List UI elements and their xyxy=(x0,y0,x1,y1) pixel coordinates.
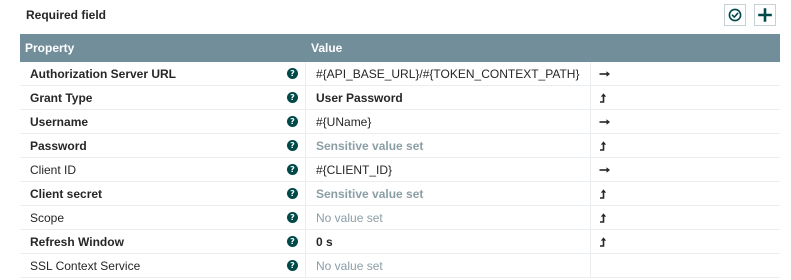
action-cell xyxy=(591,158,780,181)
property-toolbar: Required field xyxy=(0,0,791,32)
add-property-button[interactable] xyxy=(754,4,776,26)
question-circle-icon[interactable]: ? xyxy=(287,260,298,271)
property-name: Refresh Window xyxy=(30,234,124,249)
table-header: Property Value xyxy=(20,34,780,62)
upload-icon[interactable] xyxy=(599,140,607,151)
property-name: Client secret xyxy=(30,186,103,201)
table-row[interactable]: Scope? No value set xyxy=(20,206,780,230)
property-value[interactable]: Sensitive value set xyxy=(306,134,591,157)
question-circle-icon[interactable]: ? xyxy=(287,140,298,151)
required-field-label: Required field xyxy=(26,8,107,22)
property-value[interactable]: No value set xyxy=(306,206,591,229)
check-circle-icon xyxy=(728,8,742,22)
question-circle-icon[interactable]: ? xyxy=(287,68,298,79)
action-cell xyxy=(591,230,780,253)
question-circle-icon[interactable]: ? xyxy=(287,188,298,199)
verify-button[interactable] xyxy=(724,4,746,26)
property-cell: SSL Context Service? xyxy=(20,254,306,277)
action-cell xyxy=(591,110,780,133)
property-name: Client ID xyxy=(30,162,77,177)
property-name: Grant Type xyxy=(30,90,93,105)
property-value[interactable]: #{CLIENT_ID} xyxy=(306,158,591,181)
table-row[interactable]: Username? #{UName} xyxy=(20,110,780,134)
table-row[interactable]: Client ID? #{CLIENT_ID} xyxy=(20,158,780,182)
property-name: SSL Context Service xyxy=(30,258,141,273)
action-cell xyxy=(591,134,780,157)
action-cell xyxy=(591,206,780,229)
properties-table: Property Value Authorization Server URL?… xyxy=(20,34,780,278)
property-name: Username xyxy=(30,114,89,129)
question-circle-icon[interactable]: ? xyxy=(287,212,298,223)
column-header-property[interactable]: Property xyxy=(20,41,308,55)
upload-icon[interactable] xyxy=(599,188,607,199)
question-circle-icon[interactable]: ? xyxy=(287,236,298,247)
goto-icon[interactable] xyxy=(599,166,611,174)
property-cell: Client secret? xyxy=(20,182,306,205)
upload-icon[interactable] xyxy=(599,212,607,223)
property-value[interactable]: User Password xyxy=(306,86,591,109)
property-cell: Grant Type? xyxy=(20,86,306,109)
table-row[interactable]: Client secret? Sensitive value set xyxy=(20,182,780,206)
property-cell: Client ID? xyxy=(20,158,306,181)
question-circle-icon[interactable]: ? xyxy=(287,116,298,127)
action-cell xyxy=(591,62,780,85)
plus-icon xyxy=(758,8,772,22)
property-cell: Username? xyxy=(20,110,306,133)
goto-icon[interactable] xyxy=(599,70,611,78)
upload-icon[interactable] xyxy=(599,236,607,247)
property-name: Password xyxy=(30,138,87,153)
property-name: Authorization Server URL xyxy=(30,66,177,81)
property-value[interactable]: #{API_BASE_URL}/#{TOKEN_CONTEXT_PATH} xyxy=(306,62,591,85)
property-value[interactable]: 0 s xyxy=(306,230,591,253)
goto-icon[interactable] xyxy=(599,118,611,126)
action-cell xyxy=(591,254,780,277)
action-cell xyxy=(591,182,780,205)
table-row[interactable]: Password? Sensitive value set xyxy=(20,134,780,158)
question-circle-icon[interactable]: ? xyxy=(287,164,298,175)
property-name: Scope xyxy=(30,210,65,225)
upload-icon[interactable] xyxy=(599,92,607,103)
property-cell: Refresh Window? xyxy=(20,230,306,253)
table-row[interactable]: Authorization Server URL? #{API_BASE_URL}… xyxy=(20,62,780,86)
table-row[interactable]: Refresh Window? 0 s xyxy=(20,230,780,254)
action-cell xyxy=(591,86,780,109)
property-value[interactable]: No value set xyxy=(306,254,591,277)
property-value[interactable]: #{UName} xyxy=(306,110,591,133)
table-body: Authorization Server URL? #{API_BASE_URL}… xyxy=(20,62,780,278)
table-row[interactable]: SSL Context Service? No value set xyxy=(20,254,780,278)
table-row[interactable]: Grant Type? User Password xyxy=(20,86,780,110)
property-cell: Scope? xyxy=(20,206,306,229)
property-cell: Authorization Server URL? xyxy=(20,62,306,85)
property-value[interactable]: Sensitive value set xyxy=(306,182,591,205)
question-circle-icon[interactable]: ? xyxy=(287,92,298,103)
column-header-value[interactable]: Value xyxy=(308,41,342,55)
property-cell: Password? xyxy=(20,134,306,157)
